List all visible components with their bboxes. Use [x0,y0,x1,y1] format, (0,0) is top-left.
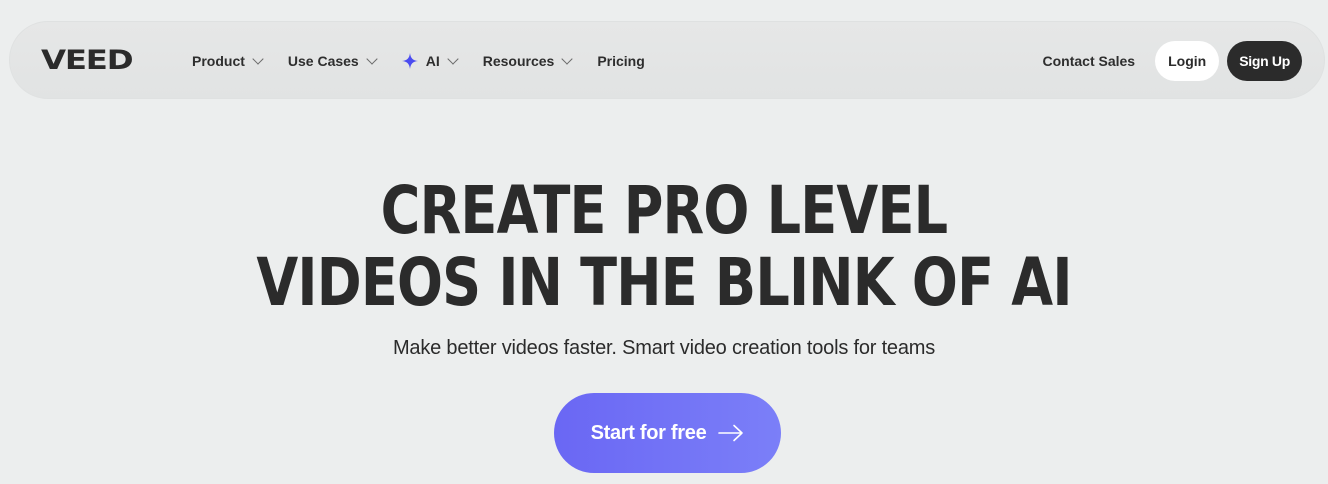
nav-item-label: Product [192,53,245,69]
main-menu: Product Use Cases AI Resources Pricing [192,22,671,100]
cta-label: Start for free [590,421,707,444]
start-for-free-button[interactable]: Start for free [554,393,781,473]
nav-item-use-cases[interactable]: Use Cases [287,53,378,69]
nav-actions: Contact Sales Login Sign Up [1043,22,1302,100]
hero-section: CREATE PRO LEVEL VIDEOS IN THE BLINK OF … [0,175,1328,319]
sign-up-button[interactable]: Sign Up [1227,41,1302,81]
sparkle-icon [401,53,418,69]
nav-item-pricing[interactable]: Pricing [597,53,644,69]
chevron-down-icon [252,53,264,65]
chevron-down-icon [366,53,378,65]
nav-item-resources[interactable]: Resources [482,53,573,69]
hero-headline: CREATE PRO LEVEL VIDEOS IN THE BLINK OF … [120,175,1209,319]
nav-item-product[interactable]: Product [192,53,264,69]
nav-item-label: AI [425,53,440,69]
headline-line-2: VIDEOS IN THE BLINK OF AI [256,244,1072,321]
headline-line-1: CREATE PRO LEVEL [380,172,948,249]
contact-sales-link[interactable]: Contact Sales [1043,53,1136,69]
top-navigation-bar: VEED Product Use Cases AI Resources Pric… [9,21,1325,99]
nav-item-label: Use Cases [287,53,359,69]
nav-item-ai[interactable]: AI [401,53,459,69]
hero-subheadline: Make better videos faster. Smart video c… [392,337,936,359]
nav-item-label: Resources [482,53,555,69]
chevron-down-icon [447,53,459,65]
arrow-right-icon [718,424,744,442]
chevron-down-icon [561,53,573,65]
nav-item-label: Pricing [597,53,645,69]
login-button[interactable]: Login [1155,41,1220,81]
veed-logo[interactable]: VEED [41,47,134,75]
